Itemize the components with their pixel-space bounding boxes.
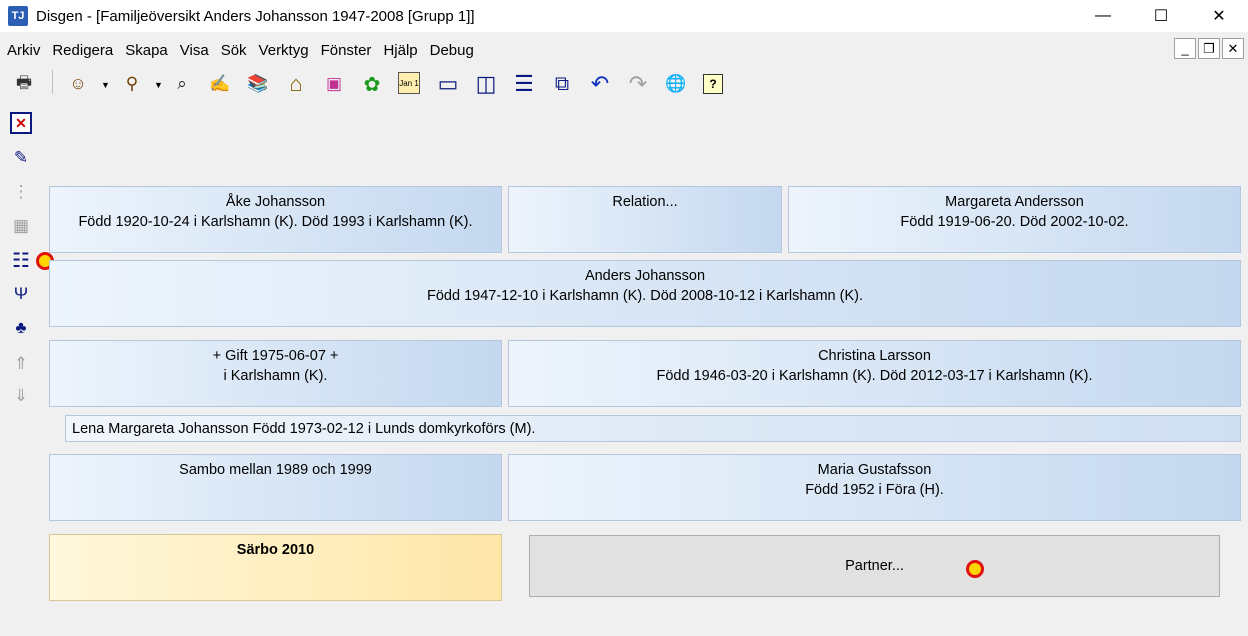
edit-document-icon[interactable]: ✎ bbox=[8, 146, 34, 170]
mother-card[interactable]: Margareta Andersson Född 1919-06-20. Död… bbox=[788, 186, 1241, 253]
person-search-icon[interactable]: ⚲ bbox=[120, 72, 144, 96]
mdi-close-button[interactable]: ✕ bbox=[1222, 38, 1244, 59]
undo-icon[interactable]: ↶ bbox=[588, 71, 612, 96]
family-view-icon[interactable]: ☷ bbox=[8, 248, 34, 272]
ancestor-tree-icon[interactable]: Ψ bbox=[8, 282, 34, 306]
child-row[interactable]: Lena Margareta Johansson Född 1973-02-12… bbox=[65, 415, 1241, 442]
spouse-info: Född 1946-03-20 i Karlshamn (K). Död 201… bbox=[656, 368, 1093, 384]
maximize-button[interactable]: ☐ bbox=[1132, 0, 1190, 32]
window-vertical-icon[interactable]: ◫ bbox=[474, 71, 498, 96]
map-icon[interactable]: ✿ bbox=[360, 72, 384, 96]
window-horizontal-icon[interactable]: ☰ bbox=[512, 71, 536, 96]
window-title: Disgen - [Familjeöversikt Anders Johanss… bbox=[36, 7, 475, 25]
close-button[interactable]: ✕ bbox=[1190, 0, 1248, 32]
mdi-controls: _ ❐ ✕ bbox=[1174, 38, 1244, 59]
print-icon[interactable]: 🖶 bbox=[12, 72, 36, 96]
menu-skapa[interactable]: Skapa bbox=[118, 42, 173, 59]
menu-arkiv[interactable]: Arkiv bbox=[0, 42, 45, 59]
mdi-restore-button[interactable]: ❐ bbox=[1198, 38, 1220, 59]
menu-visa[interactable]: Visa bbox=[173, 42, 214, 59]
cohabitation-card[interactable]: Sambo mellan 1989 och 1999 bbox=[49, 454, 502, 521]
descendant-tree-icon[interactable]: ♣ bbox=[8, 316, 34, 340]
tree-indent-icon: ⋮ bbox=[12, 182, 30, 201]
marriage-card[interactable]: + Gift 1975-06-07 + i Karlshamn (K). bbox=[49, 340, 502, 407]
toolbar-separator bbox=[52, 70, 53, 94]
help-icon[interactable]: ? bbox=[703, 74, 723, 94]
person-icon[interactable]: ☺ bbox=[66, 72, 90, 96]
notes-icon[interactable]: ▣ bbox=[322, 72, 346, 96]
cohabitation-text: Sambo mellan 1989 och 1999 bbox=[179, 462, 372, 478]
menu-redigera[interactable]: Redigera bbox=[45, 42, 118, 59]
close-view-icon[interactable]: ✕ bbox=[10, 112, 32, 134]
relation-label: Relation... bbox=[612, 194, 678, 210]
app-icon: TJ bbox=[8, 6, 28, 26]
marriage-place: i Karlshamn (K). bbox=[223, 368, 328, 384]
go-down-icon: ⇓ bbox=[13, 386, 29, 405]
separate-living-card[interactable]: Särbo 2010 bbox=[49, 534, 502, 601]
home-icon[interactable]: ⌂ bbox=[284, 71, 308, 96]
mother-name: Margareta Andersson bbox=[945, 194, 1084, 210]
chevron-down-icon[interactable]: ▼ bbox=[154, 80, 163, 90]
calendar-icon[interactable]: Jan 1 bbox=[398, 72, 420, 94]
partner-card[interactable]: Maria Gustafsson Född 1952 i Föra (H). bbox=[508, 454, 1241, 521]
tree-grid-icon: ▦ bbox=[12, 216, 30, 235]
go-up-icon: ⇑ bbox=[13, 354, 29, 373]
parents-relation-card[interactable]: Relation... bbox=[508, 186, 782, 253]
chevron-down-icon[interactable]: ▼ bbox=[101, 80, 110, 90]
binoculars-icon[interactable]: ⌕ bbox=[170, 72, 194, 96]
menu-hjalp[interactable]: Hjälp bbox=[376, 42, 422, 59]
redo-icon: ↷ bbox=[628, 71, 648, 96]
main-person-name: Anders Johansson bbox=[584, 268, 706, 284]
father-card[interactable]: Åke Johansson Född 1920-10-24 i Karlsham… bbox=[49, 186, 502, 253]
minimize-button[interactable]: — bbox=[1074, 0, 1132, 32]
partner-info: Född 1952 i Föra (H). bbox=[805, 482, 944, 498]
pointer-marker-icon bbox=[966, 560, 984, 578]
add-partner-button[interactable]: Partner... bbox=[529, 535, 1220, 597]
window-single-icon[interactable]: ▭ bbox=[436, 71, 460, 96]
separate-living-text: Särbo 2010 bbox=[236, 542, 315, 558]
title-bar: TJ Disgen - [Familjeöversikt Anders Joha… bbox=[0, 0, 1248, 32]
window-controls: — ☐ ✕ bbox=[1074, 0, 1248, 32]
spouse-card[interactable]: Christina Larsson Född 1946-03-20 i Karl… bbox=[508, 340, 1241, 407]
globe-icon[interactable]: 🌐 bbox=[664, 72, 688, 96]
menu-debug[interactable]: Debug bbox=[423, 42, 479, 59]
main-person-card[interactable]: Anders Johansson Född 1947-12-10 i Karls… bbox=[49, 260, 1241, 327]
handshake-icon[interactable]: ✍ bbox=[208, 72, 232, 96]
menu-fonster[interactable]: Fönster bbox=[314, 42, 377, 59]
father-name: Åke Johansson bbox=[225, 194, 326, 210]
marriage-date: + Gift 1975-06-07 + bbox=[212, 348, 339, 364]
mother-info: Född 1919-06-20. Död 2002-10-02. bbox=[900, 214, 1129, 230]
father-info: Född 1920-10-24 i Karlshamn (K). Död 199… bbox=[78, 214, 473, 230]
menu-verktyg[interactable]: Verktyg bbox=[252, 42, 314, 59]
books-icon[interactable]: 📚 bbox=[246, 72, 270, 96]
menu-sok[interactable]: Sök bbox=[214, 42, 252, 59]
mdi-minimize-button[interactable]: _ bbox=[1174, 38, 1196, 59]
spouse-name: Christina Larsson bbox=[818, 348, 931, 364]
partner-name: Maria Gustafsson bbox=[817, 462, 932, 478]
main-person-info: Född 1947-12-10 i Karlshamn (K). Död 200… bbox=[426, 288, 864, 304]
menu-bar: Arkiv Redigera Skapa Visa Sök Verktyg Fö… bbox=[0, 36, 1248, 64]
window-cascade-icon[interactable]: ⧉ bbox=[550, 72, 574, 96]
